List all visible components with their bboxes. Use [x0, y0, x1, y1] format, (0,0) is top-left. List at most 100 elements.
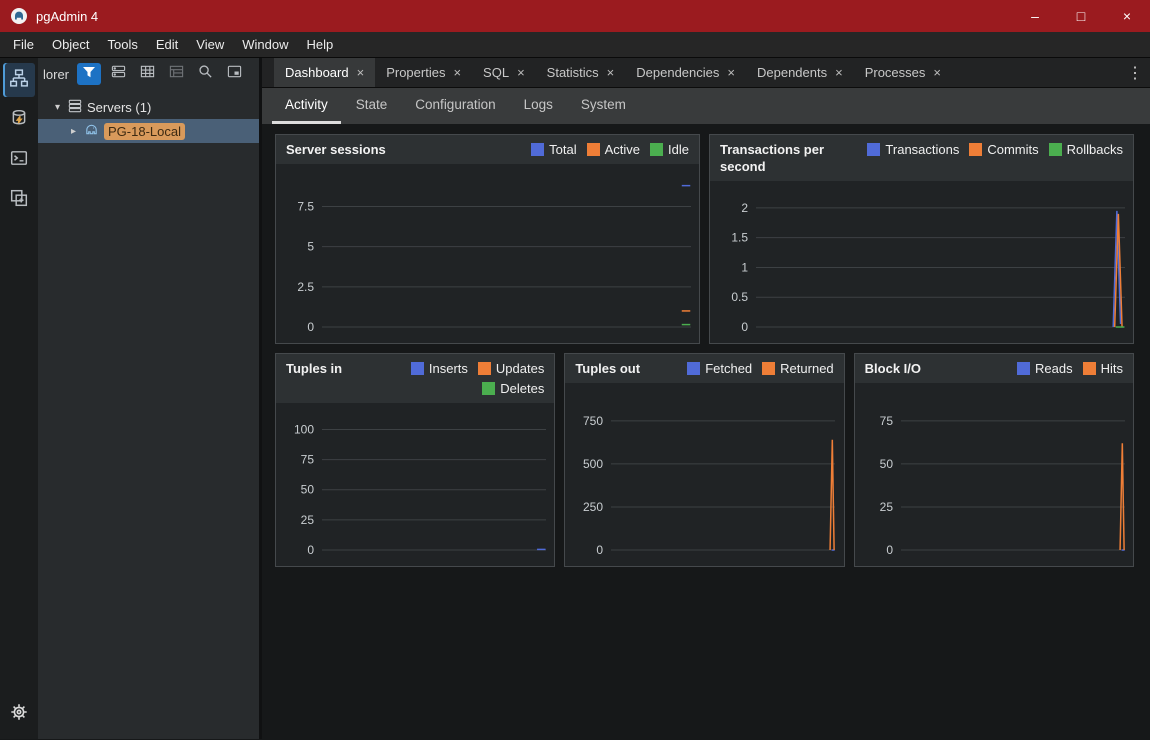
- chart-transactions-per-second: 00.511.52: [710, 181, 1133, 343]
- gear-icon: [10, 703, 28, 726]
- window-controls: – □ ×: [1012, 0, 1150, 32]
- maximize-button[interactable]: □: [1058, 0, 1104, 32]
- close-icon[interactable]: ×: [357, 65, 365, 80]
- legend-label: Idle: [668, 141, 689, 158]
- legend-label: Updates: [496, 360, 544, 377]
- svg-text:0: 0: [741, 320, 748, 334]
- tab-label: Properties: [386, 65, 445, 80]
- rail-item-psql-tool[interactable]: [3, 143, 35, 177]
- terminal-icon: [10, 149, 28, 172]
- subtab-state[interactable]: State: [343, 88, 401, 124]
- menu-file[interactable]: File: [4, 37, 43, 52]
- panel-title: Tuples out: [575, 360, 640, 377]
- subtab-system[interactable]: System: [568, 88, 639, 124]
- rail-item-object-explorer[interactable]: [3, 63, 35, 97]
- legend-item: Returned: [762, 360, 833, 377]
- legend-swatch: [1017, 362, 1030, 375]
- legend-item: Reads: [1017, 360, 1073, 377]
- close-icon[interactable]: ×: [835, 65, 843, 80]
- legend-item: Deletes: [482, 380, 544, 397]
- close-icon[interactable]: ×: [517, 65, 525, 80]
- legend-item: Rollbacks: [1049, 141, 1123, 158]
- svg-text:750: 750: [583, 414, 603, 428]
- svg-text:0: 0: [886, 543, 893, 557]
- postgres-elephant-icon: [84, 122, 99, 140]
- legend-swatch: [482, 382, 495, 395]
- legend-label: Commits: [987, 141, 1038, 158]
- tab-properties[interactable]: Properties ×: [375, 58, 472, 87]
- close-icon[interactable]: ×: [607, 65, 615, 80]
- close-icon[interactable]: ×: [727, 65, 735, 80]
- menu-window[interactable]: Window: [233, 37, 297, 52]
- svg-text:2: 2: [741, 201, 748, 215]
- tab-overflow-menu[interactable]: ⋮: [1120, 58, 1150, 87]
- chart-tuples-out: 0250500750: [565, 383, 843, 566]
- svg-text:2.5: 2.5: [297, 280, 314, 294]
- menu-help[interactable]: Help: [298, 37, 343, 52]
- legend-item: Transactions: [867, 141, 959, 158]
- subtab-configuration[interactable]: Configuration: [402, 88, 508, 124]
- search-icon: [198, 64, 213, 84]
- document-tab-bar: Dashboard × Properties × SQL × Statistic…: [262, 58, 1150, 88]
- panel-server-sessions: Server sessions Total Active Idle 02.557…: [275, 134, 700, 344]
- svg-text:75: 75: [301, 453, 315, 467]
- activity-rail: [0, 58, 38, 739]
- tab-label: Statistics: [547, 65, 599, 80]
- app-shell: lorer: [0, 58, 1150, 739]
- grid-view-button[interactable]: [135, 63, 159, 85]
- search-button[interactable]: [193, 63, 217, 85]
- tree-grid-button[interactable]: [164, 63, 188, 85]
- object-explorer-panel: lorer: [38, 58, 262, 739]
- legend-label: Deletes: [500, 380, 544, 397]
- tree-node-server-pg18[interactable]: ▸ PG-18-Local: [38, 119, 259, 143]
- legend-label: Inserts: [429, 360, 468, 377]
- legend-item: Updates: [478, 360, 544, 377]
- tab-label: Dependents: [757, 65, 827, 80]
- panel-title: Tuples in: [286, 360, 342, 377]
- filter-button[interactable]: [77, 63, 101, 85]
- tab-dashboard[interactable]: Dashboard ×: [274, 58, 375, 87]
- menu-edit[interactable]: Edit: [147, 37, 187, 52]
- legend-label: Hits: [1101, 360, 1123, 377]
- close-icon[interactable]: ×: [933, 65, 941, 80]
- legend-swatch: [969, 143, 982, 156]
- panel-header: Block I/O Reads Hits: [855, 354, 1133, 383]
- rail-item-preferences[interactable]: [3, 697, 35, 731]
- tree-node-servers[interactable]: ▾ Servers (1): [38, 95, 259, 119]
- rail-item-query-tool[interactable]: [3, 103, 35, 137]
- preview-button[interactable]: [222, 63, 246, 85]
- dashboard-subtab-bar: Activity State Configuration Logs System: [262, 88, 1150, 124]
- subtab-logs[interactable]: Logs: [511, 88, 566, 124]
- menu-view[interactable]: View: [187, 37, 233, 52]
- legend: Reads Hits: [1017, 360, 1123, 377]
- panel-header: Server sessions Total Active Idle: [276, 135, 699, 164]
- rail-item-schema-diff[interactable]: [3, 183, 35, 217]
- svg-text:250: 250: [583, 500, 603, 514]
- tab-dependencies[interactable]: Dependencies ×: [625, 58, 746, 87]
- close-icon[interactable]: ×: [453, 65, 461, 80]
- close-button[interactable]: ×: [1104, 0, 1150, 32]
- tab-processes[interactable]: Processes ×: [854, 58, 952, 87]
- panel-header: Tuples in Inserts Updates Deletes: [276, 354, 554, 403]
- legend-label: Reads: [1035, 360, 1073, 377]
- minimize-button[interactable]: –: [1012, 0, 1058, 32]
- server-tree: ▾ Servers (1) ▸ PG-18-Local: [38, 90, 259, 143]
- chevron-down-icon[interactable]: ▾: [52, 102, 63, 113]
- legend-item: Active: [587, 141, 640, 158]
- legend-label: Transactions: [885, 141, 959, 158]
- menu-tools[interactable]: Tools: [99, 37, 147, 52]
- svg-text:25: 25: [879, 500, 893, 514]
- svg-text:100: 100: [294, 422, 314, 436]
- servers-button[interactable]: [106, 63, 130, 85]
- tab-statistics[interactable]: Statistics ×: [536, 58, 626, 87]
- menu-object[interactable]: Object: [43, 37, 99, 52]
- subtab-activity[interactable]: Activity: [272, 88, 341, 124]
- legend-label: Rollbacks: [1067, 141, 1123, 158]
- chevron-right-icon[interactable]: ▸: [68, 126, 79, 137]
- tab-label: Processes: [865, 65, 926, 80]
- dashboard-content: Server sessions Total Active Idle 02.557…: [262, 124, 1150, 739]
- server-stack-icon: [111, 64, 126, 84]
- tab-sql[interactable]: SQL ×: [472, 58, 536, 87]
- window-title: pgAdmin 4: [36, 9, 98, 24]
- tab-dependents[interactable]: Dependents ×: [746, 58, 854, 87]
